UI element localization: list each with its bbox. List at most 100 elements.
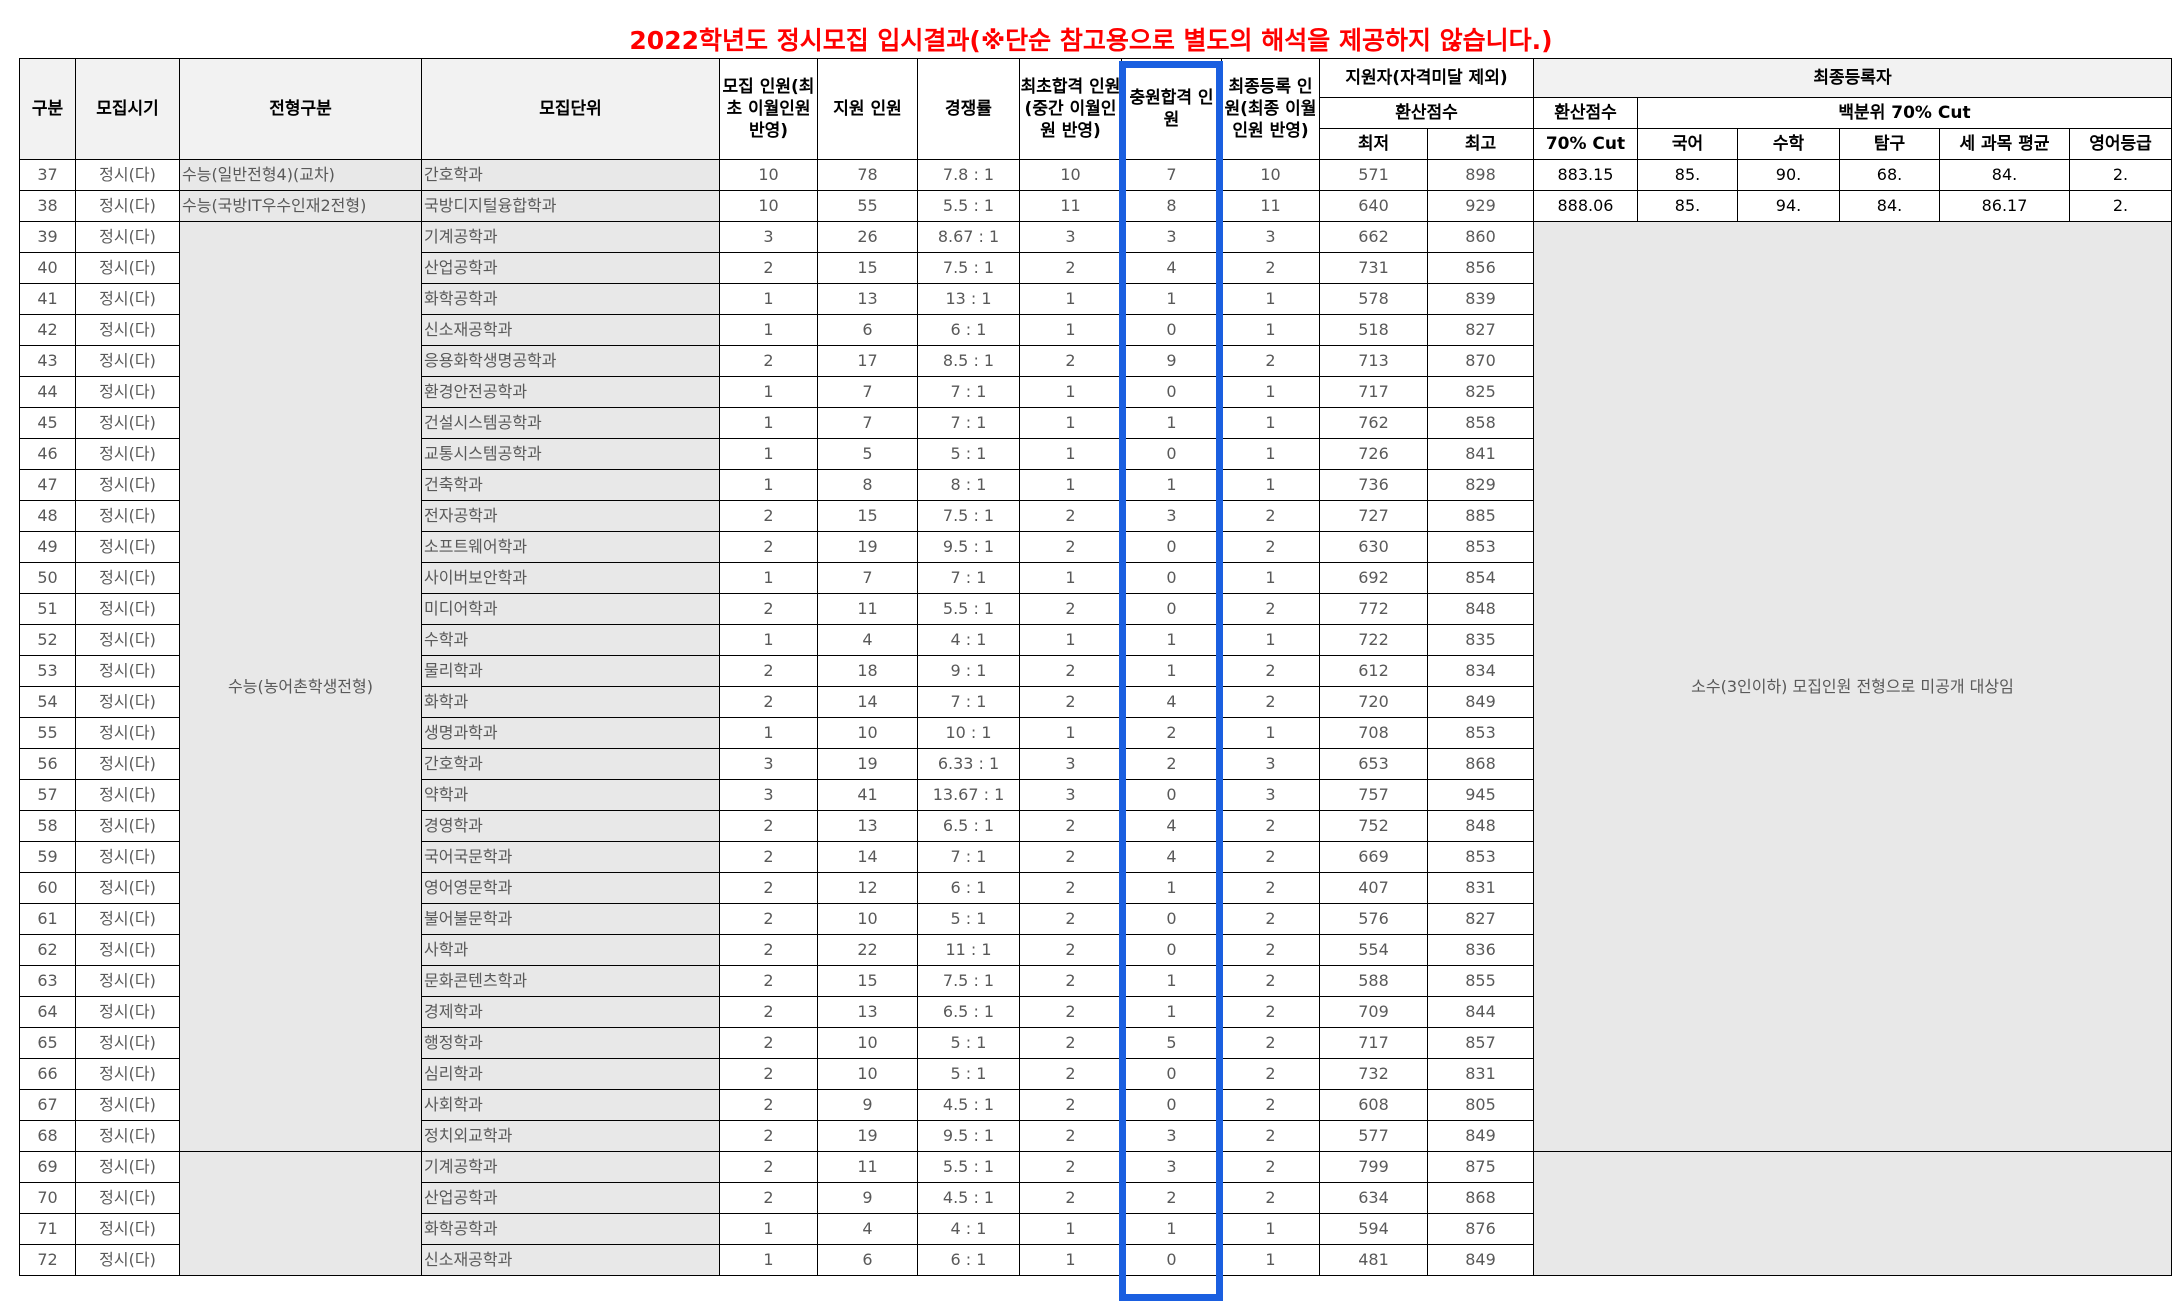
cell-extra-pass: 0	[1121, 779, 1222, 811]
cell-final-reg: 2	[1221, 1120, 1320, 1152]
cell-applicants: 9	[817, 1089, 918, 1121]
cell-min: 713	[1319, 345, 1428, 377]
cell-quota: 1	[719, 717, 818, 749]
cell-applicants: 15	[817, 965, 918, 997]
cell-applicants: 6	[817, 1244, 918, 1276]
cell-max: 868	[1427, 1182, 1534, 1214]
cell-applicants: 14	[817, 841, 918, 873]
cell-applicants: 13	[817, 996, 918, 1028]
cell-ratio: 5.5 : 1	[917, 190, 1020, 222]
cell-three-avg: 84.	[1939, 159, 2070, 191]
cell-first-pass: 1	[1019, 469, 1122, 501]
cell-extra-pass: 3	[1121, 1120, 1222, 1152]
cell-final-reg: 2	[1221, 531, 1320, 563]
cell-period: 정시(다)	[75, 996, 180, 1028]
cell-type: 수능(국방IT우수인재2전형)	[179, 190, 422, 222]
cell-unit: 경제학과	[421, 996, 720, 1028]
header-gubun: 구분	[19, 58, 76, 160]
cell-period: 정시(다)	[75, 1058, 180, 1090]
cell-period: 정시(다)	[75, 221, 180, 253]
cell-unit: 화학공학과	[421, 1213, 720, 1245]
header-period: 모집시기	[75, 58, 180, 160]
header-unit: 모집단위	[421, 58, 720, 160]
cell-max: 855	[1427, 965, 1534, 997]
cell-extra-pass: 1	[1121, 283, 1222, 315]
cell-first-pass: 2	[1019, 841, 1122, 873]
cell-period: 정시(다)	[75, 407, 180, 439]
cell-no: 38	[19, 190, 76, 222]
cell-ratio: 13 : 1	[917, 283, 1020, 315]
cell-applicants: 11	[817, 1151, 918, 1183]
header-first-pass: 최초합격 인원(중간 이월인원 반영)	[1019, 58, 1122, 160]
cell-first-pass: 2	[1019, 686, 1122, 718]
table-row: 39 정시(다) 수능(농어촌학생전형) 기계공학과 3 26 8.67 : 1 3 3 3 662…	[19, 221, 2172, 1152]
cell-quota: 2	[719, 593, 818, 625]
cell-unit: 화학과	[421, 686, 720, 718]
cell-ratio: 4.5 : 1	[917, 1182, 1020, 1214]
cell-no: 53	[19, 655, 76, 687]
cell-no: 67	[19, 1089, 76, 1121]
cell-max: 868	[1427, 748, 1534, 780]
cell-ratio: 7.5 : 1	[917, 965, 1020, 997]
cell-applicants: 18	[817, 655, 918, 687]
cell-no: 66	[19, 1058, 76, 1090]
header-final-reg: 최종등록 인원(최종 이월인원 반영)	[1221, 58, 1320, 160]
cell-ratio: 5.5 : 1	[917, 1151, 1020, 1183]
cell-final-reg: 2	[1221, 1058, 1320, 1090]
cell-period: 정시(다)	[75, 655, 180, 687]
cell-applicants: 7	[817, 562, 918, 594]
page-title: 2022학년도 정시모집 입시결과(※단순 참고용으로 별도의 해석을 제공하지…	[629, 26, 1553, 55]
cell-min: 731	[1319, 252, 1428, 284]
cell-period: 정시(다)	[75, 469, 180, 501]
cell-final-reg: 1	[1221, 1244, 1320, 1276]
cell-period: 정시(다)	[75, 345, 180, 377]
cell-max: 834	[1427, 655, 1534, 687]
cell-applicants: 10	[817, 903, 918, 935]
cell-extra-pass: 7	[1121, 159, 1222, 191]
cell-applicants: 78	[817, 159, 918, 191]
cell-quota: 3	[719, 748, 818, 780]
cell-max: 885	[1427, 500, 1534, 532]
cell-final-reg: 2	[1221, 1027, 1320, 1059]
cell-ratio: 5.5 : 1	[917, 593, 1020, 625]
cell-period: 정시(다)	[75, 624, 180, 656]
cell-no: 41	[19, 283, 76, 315]
cell-extra-pass: 1	[1121, 655, 1222, 687]
cell-first-pass: 2	[1019, 655, 1122, 687]
cell-unit: 사학과	[421, 934, 720, 966]
cell-extra-pass: 0	[1121, 438, 1222, 470]
cell-min: 608	[1319, 1089, 1428, 1121]
cell-no: 52	[19, 624, 76, 656]
cell-quota: 1	[719, 438, 818, 470]
cell-unit: 심리학과	[421, 1058, 720, 1090]
cell-ratio: 13.67 : 1	[917, 779, 1020, 811]
cell-final-reg: 3	[1221, 221, 1320, 253]
cell-unit: 건설시스템공학과	[421, 407, 720, 439]
cell-applicants: 14	[817, 686, 918, 718]
cell-final-reg: 2	[1221, 1089, 1320, 1121]
cell-final-reg: 1	[1221, 283, 1320, 315]
cell-final-reg: 2	[1221, 965, 1320, 997]
merged-type-blank	[179, 1151, 422, 1276]
cell-quota: 10	[719, 159, 818, 191]
cell-no: 71	[19, 1213, 76, 1245]
cell-applicants: 5	[817, 438, 918, 470]
cell-first-pass: 1	[1019, 438, 1122, 470]
cell-no: 70	[19, 1182, 76, 1214]
cell-max: 945	[1427, 779, 1534, 811]
cell-first-pass: 1	[1019, 624, 1122, 656]
cell-final-score-cut: 888.06	[1533, 190, 1638, 222]
cell-extra-pass: 1	[1121, 996, 1222, 1028]
cell-no: 55	[19, 717, 76, 749]
cell-unit: 산업공학과	[421, 1182, 720, 1214]
cell-period: 정시(다)	[75, 1120, 180, 1152]
cell-extra-pass: 1	[1121, 624, 1222, 656]
table-row: 37 정시(다) 수능(일반전형4)(교차) 간호학과 10 78 7.8 : 1 10 7 10…	[19, 159, 2172, 191]
cell-max: 898	[1427, 159, 1534, 191]
cell-first-pass: 2	[1019, 252, 1122, 284]
cell-min: 709	[1319, 996, 1428, 1028]
cell-max: 848	[1427, 593, 1534, 625]
cell-min: 669	[1319, 841, 1428, 873]
cell-max: 827	[1427, 314, 1534, 346]
cell-extra-pass: 3	[1121, 1151, 1222, 1183]
